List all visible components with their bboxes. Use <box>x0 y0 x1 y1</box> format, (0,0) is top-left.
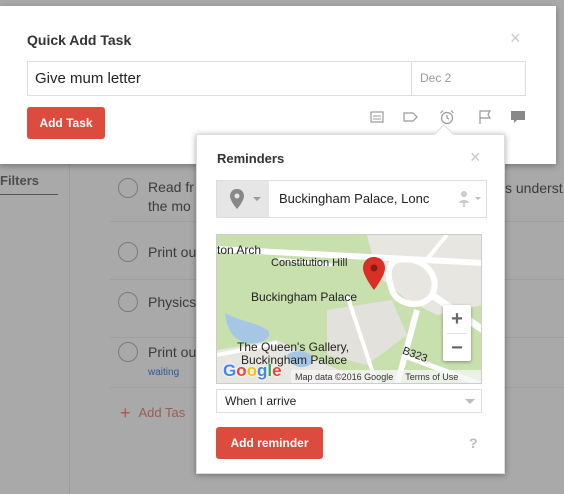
task-text: Read fr <box>148 179 194 195</box>
task-label-tag[interactable]: waiting <box>148 367 179 378</box>
add-task-label: Add Tas <box>138 405 186 420</box>
help-icon[interactable]: ? <box>469 435 478 451</box>
chevron-down-icon <box>465 399 475 404</box>
reminders-title: Reminders <box>217 151 285 166</box>
reminders-popup: Reminders × Buckingham Palace, Lonc ton … <box>196 124 505 474</box>
task-checkbox[interactable] <box>118 178 138 198</box>
trigger-value: When I arrive <box>225 394 297 408</box>
terms-of-use-link[interactable]: Terms of Use <box>405 372 458 382</box>
task-checkbox[interactable] <box>118 342 138 362</box>
project-icon[interactable] <box>369 109 385 125</box>
task-text: Physics <box>148 294 197 310</box>
sidebar-filters-tab[interactable]: Filters <box>0 173 58 195</box>
add-task-button[interactable]: Add Task <box>27 107 105 139</box>
comment-icon[interactable] <box>510 109 526 125</box>
task-text-overflow: s underst <box>505 180 563 196</box>
zoom-in-button[interactable]: + <box>443 305 471 333</box>
task-checkbox[interactable] <box>118 292 138 312</box>
map-pin-icon <box>230 189 261 209</box>
add-reminder-button[interactable]: Add reminder <box>216 427 323 459</box>
zoom-out-button[interactable]: − <box>443 334 471 362</box>
location-type-dropdown[interactable] <box>217 181 269 217</box>
add-task-link[interactable]: + Add Tas <box>120 403 185 424</box>
task-checkbox[interactable] <box>118 242 138 262</box>
map-attribution: Map data ©2016 Google Terms of Use <box>291 370 481 383</box>
label-icon[interactable] <box>402 109 418 125</box>
map-label-gallery-1: The Queen's Gallery, <box>237 340 350 354</box>
task-name-input[interactable]: Give mum letter <box>27 61 412 96</box>
sidebar <box>0 160 70 494</box>
location-input[interactable]: Buckingham Palace, Lonc <box>279 181 459 217</box>
map-data-text: Map data ©2016 Google <box>295 372 394 382</box>
flag-icon[interactable] <box>477 109 493 125</box>
plus-icon: + <box>120 403 131 423</box>
close-icon[interactable]: × <box>510 28 521 49</box>
map-label-hill: Constitution Hill <box>271 257 348 269</box>
alarm-clock-icon[interactable] <box>439 109 455 125</box>
due-date-input[interactable]: Dec 2 <box>411 61 526 96</box>
close-icon[interactable]: × <box>470 147 481 168</box>
task-text: Print ou <box>148 244 197 260</box>
location-map[interactable]: ton Arch Constitution Hill Buckingham Pa… <box>216 234 482 384</box>
map-zoom-control: + − <box>443 305 471 361</box>
quick-add-title: Quick Add Task <box>27 32 132 48</box>
location-field: Buckingham Palace, Lonc <box>216 180 487 218</box>
trigger-select[interactable]: When I arrive <box>216 389 482 413</box>
person-pin-icon[interactable] <box>455 189 485 209</box>
task-text: Print ou <box>148 344 197 360</box>
map-label-palace: Buckingham Palace <box>251 290 358 304</box>
map-label-arch: ton Arch <box>217 243 262 257</box>
google-logo: Google <box>223 361 282 380</box>
task-text-line2: the mo <box>148 198 191 214</box>
